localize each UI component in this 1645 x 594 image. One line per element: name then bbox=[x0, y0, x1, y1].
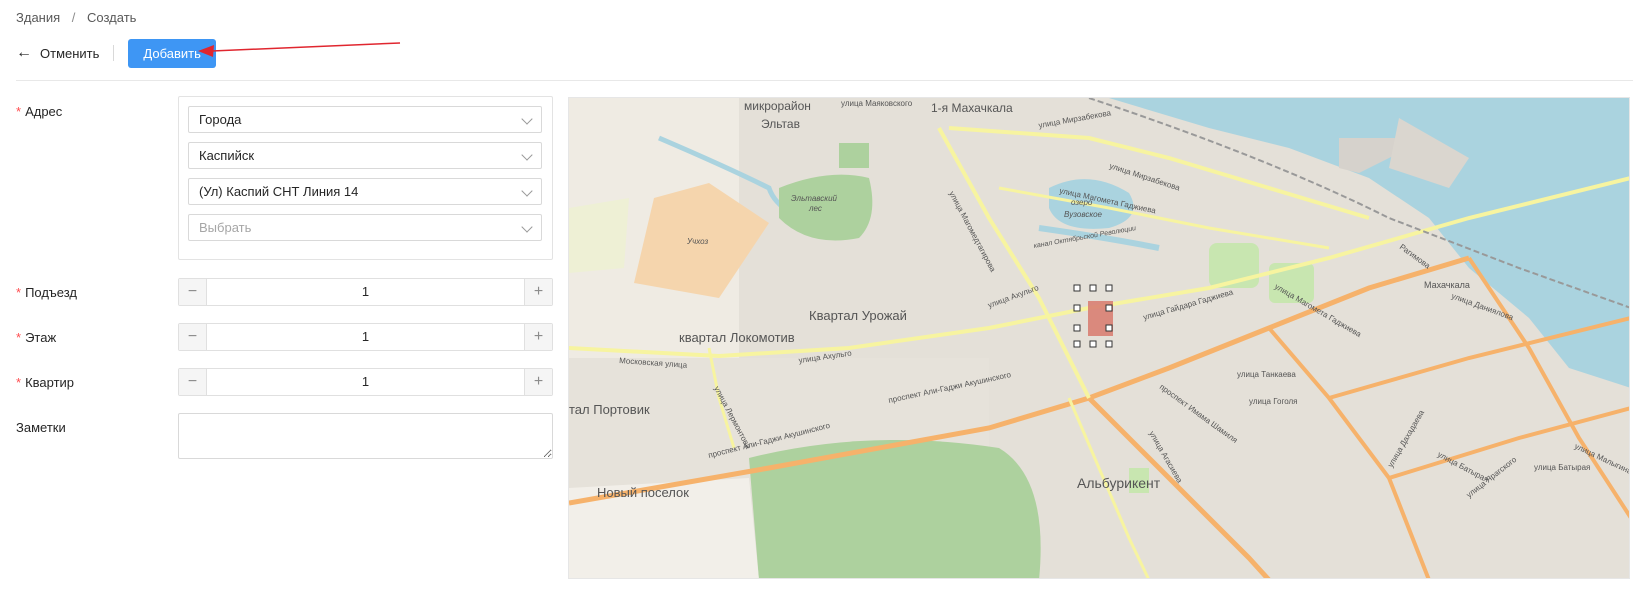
header-divider bbox=[16, 80, 1633, 81]
entrance-value[interactable]: 1 bbox=[207, 279, 524, 305]
map-label: Новый поселок bbox=[597, 485, 689, 500]
map-label: Эльтавский bbox=[791, 194, 838, 203]
map-label: Квартал Урожай bbox=[809, 308, 907, 323]
breadcrumb-parent[interactable]: Здания bbox=[16, 10, 60, 25]
notes-label: Заметки bbox=[16, 420, 66, 435]
chevron-down-icon bbox=[521, 149, 533, 161]
entrance-decrement-button[interactable]: − bbox=[179, 279, 207, 305]
breadcrumb-current: Создать bbox=[87, 10, 137, 25]
street-select[interactable]: (Ул) Каспий СНТ Линия 14 bbox=[188, 178, 542, 205]
floor-increment-button[interactable]: + bbox=[524, 324, 552, 350]
map[interactable]: микрорайон Эльтав улица Маяковского 1-я … bbox=[568, 97, 1630, 579]
street-select-value: (Ул) Каспий СНТ Линия 14 bbox=[199, 184, 359, 199]
plus-icon: + bbox=[533, 328, 544, 345]
park-north bbox=[839, 143, 869, 168]
required-mark: * bbox=[16, 375, 22, 390]
required-mark: * bbox=[16, 330, 22, 345]
chevron-down-icon bbox=[521, 221, 533, 233]
arrow-line bbox=[211, 42, 401, 52]
map-label: улица Танкаева bbox=[1237, 370, 1296, 379]
minus-icon: − bbox=[187, 373, 198, 390]
required-mark: * bbox=[16, 285, 22, 300]
map-label: улица Гоголя bbox=[1249, 397, 1297, 406]
address-group: Города Каспийск (Ул) Каспий СНТ Линия 14… bbox=[178, 96, 553, 260]
toolbar-divider bbox=[113, 45, 115, 61]
map-label: 1-я Махачкала bbox=[931, 101, 1013, 115]
map-label: Эльтав bbox=[761, 117, 800, 131]
entrance-stepper: − 1 + bbox=[178, 278, 553, 306]
region-select-value: Города bbox=[199, 112, 242, 127]
add-button[interactable]: Добавить bbox=[128, 38, 216, 68]
address-label: * Адрес bbox=[16, 104, 63, 119]
plus-icon: + bbox=[533, 283, 544, 300]
floor-label: * Этаж bbox=[16, 330, 57, 345]
map-canvas[interactable]: микрорайон Эльтав улица Маяковского 1-я … bbox=[569, 98, 1630, 579]
toolbar: ← Отменить Добавить bbox=[16, 38, 216, 68]
map-label: улица Батырая bbox=[1534, 463, 1590, 472]
chevron-down-icon bbox=[521, 185, 533, 197]
floor-value[interactable]: 1 bbox=[207, 324, 524, 350]
breadcrumb-separator: / bbox=[71, 10, 76, 25]
minus-icon: − bbox=[187, 328, 198, 345]
map-label: тал Портовик bbox=[569, 402, 650, 417]
breadcrumb: Здания / Создать bbox=[16, 10, 136, 25]
meadow-west bbox=[569, 198, 629, 273]
entrance-label: * Подъезд bbox=[16, 285, 77, 300]
house-select[interactable]: Выбрать bbox=[188, 214, 542, 241]
apartment-value[interactable]: 1 bbox=[207, 369, 524, 395]
plus-icon: + bbox=[533, 373, 544, 390]
map-label: улица Маяковского bbox=[841, 99, 913, 108]
apartment-label: * Квартир bbox=[16, 375, 75, 390]
floor-decrement-button[interactable]: − bbox=[179, 324, 207, 350]
notes-textarea[interactable] bbox=[178, 413, 553, 459]
map-label: Учхоз bbox=[686, 237, 709, 246]
required-mark: * bbox=[16, 104, 22, 119]
map-label: Махачкала bbox=[1424, 280, 1470, 290]
arrow-left-icon: ← bbox=[16, 44, 32, 61]
map-label: квартал Локомотив bbox=[679, 330, 795, 345]
house-select-placeholder: Выбрать bbox=[199, 220, 252, 235]
map-label: Вузовское bbox=[1064, 210, 1103, 219]
region-select[interactable]: Города bbox=[188, 106, 542, 133]
minus-icon: − bbox=[187, 283, 198, 300]
forest-south bbox=[749, 440, 1041, 578]
city-select-value: Каспийск bbox=[199, 148, 255, 163]
chevron-down-icon bbox=[521, 113, 533, 125]
map-label: лес bbox=[808, 204, 822, 213]
cancel-button-label: Отменить bbox=[40, 45, 100, 61]
apartment-stepper: − 1 + bbox=[178, 368, 553, 396]
floor-stepper: − 1 + bbox=[178, 323, 553, 351]
city-select[interactable]: Каспийск bbox=[188, 142, 542, 169]
apartment-decrement-button[interactable]: − bbox=[179, 369, 207, 395]
cancel-button[interactable]: ← Отменить bbox=[16, 45, 113, 61]
map-label: Альбурикент bbox=[1077, 475, 1161, 491]
map-label: озеро bbox=[1071, 198, 1093, 207]
apartment-increment-button[interactable]: + bbox=[524, 369, 552, 395]
map-label: микрорайон bbox=[744, 99, 811, 113]
entrance-increment-button[interactable]: + bbox=[524, 279, 552, 305]
